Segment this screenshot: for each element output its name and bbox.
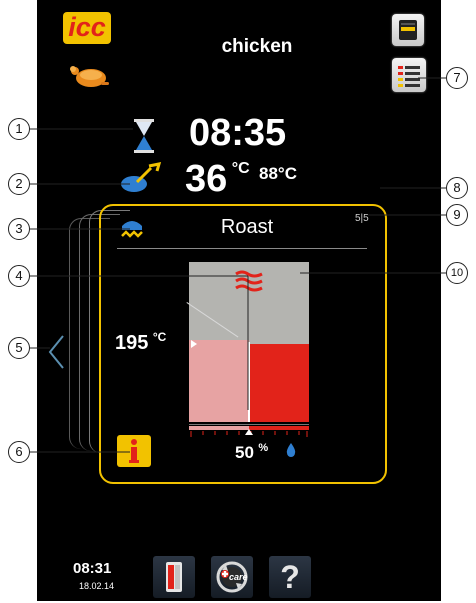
care-button[interactable]: care [211,556,253,598]
page-title: chicken [221,36,293,57]
humidity-value: 50 [235,443,254,462]
remaining-time[interactable]: 08:35 [189,112,286,155]
callout-2: 2 [8,173,30,195]
heat-fill [249,344,309,422]
icc-logo-text: icc [68,12,106,42]
icc-logo[interactable]: icc [63,12,111,44]
callout-5: 5 [8,337,30,359]
humidity-slider[interactable] [189,424,309,439]
help-icon: ? [280,559,300,595]
target-core-temperature[interactable]: 88°C [259,164,297,184]
humidity-drop-icon [286,443,296,457]
device-screen: icc chicken 08:35 36 °C 88°C Roast 5|5 1… [37,0,441,601]
core-probe-icon[interactable] [119,162,165,194]
care-label: care [229,572,248,582]
callout-7: 7 [446,67,468,89]
help-button[interactable]: ? [269,556,311,598]
chicken-icon[interactable] [67,62,111,90]
info-button[interactable] [117,435,151,467]
step-divider [117,248,367,249]
callout-10: 10 [446,262,468,284]
step-counter: 5|5 [355,213,369,224]
humidity-fill-light [189,340,249,422]
core-temperature-value: 36 [185,158,228,200]
callout-9: 9 [446,204,468,226]
cabinet-temperature-marker [191,340,197,348]
humidity-readout[interactable]: 50 % [235,442,268,463]
heat-waves-icon [235,270,263,292]
callout-6: 6 [8,441,30,463]
previous-step-chevron-icon[interactable] [47,334,65,370]
core-temperature[interactable]: 36 °C [185,158,250,201]
hourglass-icon[interactable] [133,118,155,154]
cooking-step-icon[interactable] [119,216,145,240]
callout-4: 4 [8,265,30,287]
cabinet-temperature-value: 195 [115,332,149,354]
info-icon [129,439,139,463]
cabinet-temperature[interactable]: 195 °C [115,330,166,355]
unit-cabinet-button[interactable] [153,556,195,598]
humidity-slider-ticks [189,426,309,437]
callout-1: 1 [8,118,30,140]
callout-3: 3 [8,218,30,240]
step-name[interactable]: Roast [187,216,307,239]
humidity-unit: % [258,442,269,454]
core-temperature-unit: °C [231,160,250,177]
cabinet-icon[interactable] [392,14,424,46]
footer-clock: 08:31 [73,560,112,577]
callout-8: 8 [446,177,468,199]
progress-line [248,342,250,422]
cooking-progress-display[interactable] [189,262,309,422]
step-list-icon[interactable] [392,58,426,92]
unit-cabinet-icon [166,562,182,592]
footer-date: 18.02.14 [79,581,115,591]
cabinet-temperature-unit: °C [152,330,167,344]
